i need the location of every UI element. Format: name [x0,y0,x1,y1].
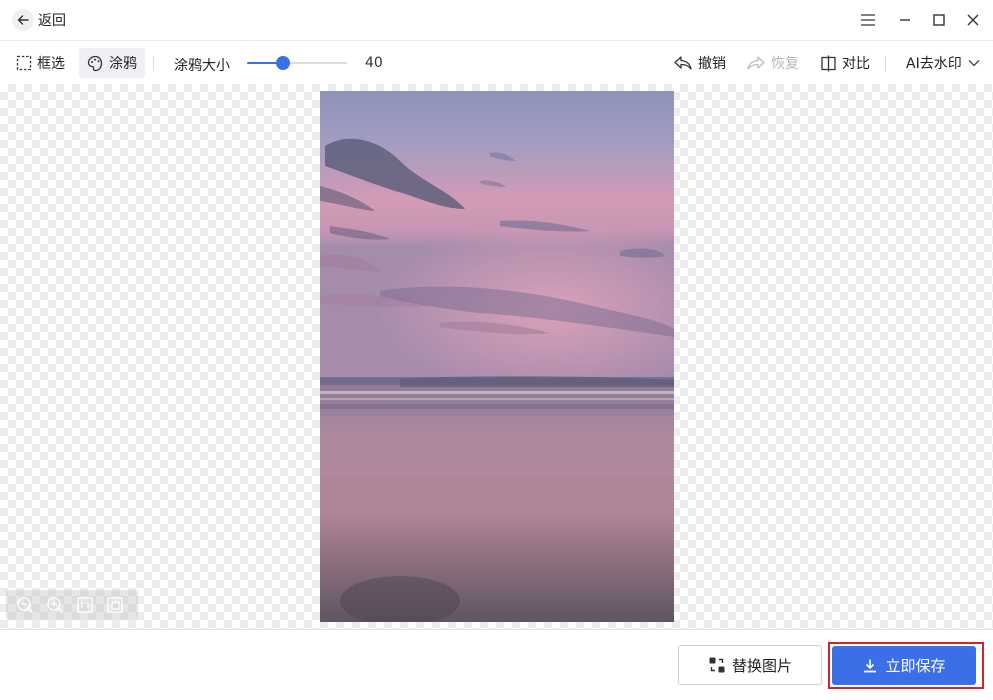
brush-size-label: 涂鸦大小 [174,58,230,74]
undo-icon [674,56,692,70]
undo-label: 撤销 [698,56,726,72]
original-size-icon[interactable] [74,594,96,616]
replace-image-label: 替换图片 [731,656,792,675]
sunset-beach-photo [320,91,674,622]
toolbar-divider [885,56,886,71]
chevron-down-icon [968,60,980,67]
fit-screen-icon[interactable] [104,594,126,616]
brush-size-value: 40 [365,55,383,71]
mode-label: AI去水印 [906,56,962,72]
compare-icon [821,55,836,71]
redo-icon [747,56,765,70]
zoom-in-icon[interactable] [44,594,66,616]
save-label: 立即保存 [885,657,946,675]
footer-bar: 替换图片 立即保存 [0,629,993,700]
maximize-icon[interactable] [928,9,950,31]
compare-label: 对比 [842,56,870,72]
toolbar-divider [153,56,154,71]
arrow-left-icon [12,9,34,31]
editing-canvas[interactable] [0,84,993,629]
back-button[interactable]: 返回 [12,8,66,32]
back-label: 返回 [38,13,66,29]
slider-thumb[interactable] [276,56,290,70]
title-bar: 返回 [0,0,993,41]
brush-tool-button[interactable]: 涂鸦 [79,48,145,78]
download-icon [864,659,877,672]
minimize-icon[interactable] [894,9,916,31]
zoom-out-icon[interactable] [14,594,36,616]
mode-dropdown[interactable]: AI去水印 [898,48,993,78]
menu-icon[interactable] [857,9,879,31]
marquee-select-icon [16,55,32,71]
compare-button[interactable]: 对比 [812,48,878,78]
palette-icon [87,55,103,71]
undo-button[interactable]: 撤销 [665,48,734,78]
brush-size-slider[interactable] [247,55,347,71]
brush-tool-label: 涂鸦 [109,56,137,72]
select-tool-button[interactable]: 框选 [8,48,73,78]
zoom-controls [6,590,138,620]
select-tool-label: 框选 [37,56,65,72]
redo-label: 恢复 [771,56,799,72]
replace-image-button[interactable]: 替换图片 [678,645,822,685]
redo-button[interactable]: 恢复 [738,48,807,78]
close-icon[interactable] [962,9,984,31]
save-button[interactable]: 立即保存 [832,646,976,685]
replace-icon [709,657,725,673]
edit-toolbar: 框选 涂鸦 涂鸦大小 40 撤销 恢复 对比 AI去水印 [0,41,993,84]
